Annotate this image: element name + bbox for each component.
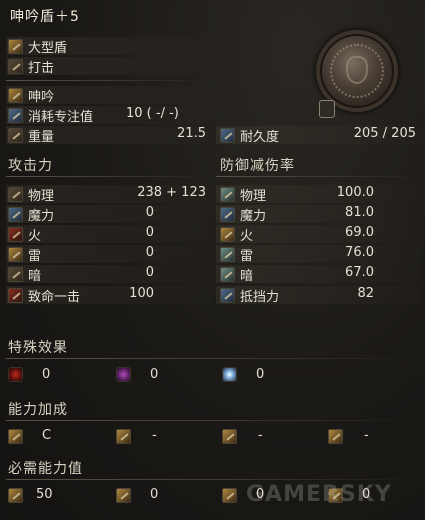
defense-header: 防御减伤率 <box>220 158 295 174</box>
defense-value: 100.0 <box>336 185 374 200</box>
critical-icon <box>8 288 23 303</box>
defense-label: 暗 <box>240 269 254 284</box>
bleed-value: 0 <box>42 367 51 382</box>
skill-icon <box>8 88 23 103</box>
magic-attack-icon <box>8 207 23 222</box>
defense-label: 抵挡力 <box>240 290 280 305</box>
weapon-skill: 呻吟 <box>28 90 55 105</box>
attack-label: 暗 <box>28 269 42 284</box>
fp-cost-label: 消耗专注值 <box>28 110 94 125</box>
attack-label: 雷 <box>28 249 42 264</box>
stability-icon <box>220 288 235 303</box>
attack-label: 魔力 <box>28 209 55 224</box>
weight-icon <box>8 128 23 143</box>
fire-defense-icon <box>220 227 235 242</box>
intelligence-req-icon <box>222 488 237 503</box>
defense-label: 火 <box>240 229 254 244</box>
dark-defense-icon <box>220 267 235 282</box>
requirements-header: 必需能力值 <box>8 461 83 477</box>
item-title: 呻吟盾＋5 <box>10 9 80 25</box>
divider <box>6 479 421 480</box>
weight-label: 重量 <box>28 130 55 145</box>
attack-label: 致命一击 <box>28 290 81 305</box>
item-detail-panel: 呻吟盾＋5 大型盾 打击 呻吟 消耗专注值 10 ( -/ -) 重量 21.5… <box>0 0 425 520</box>
poison-icon <box>116 367 131 382</box>
defense-value: 67.0 <box>345 265 374 280</box>
durability-label: 耐久度 <box>240 130 280 145</box>
frost-value: 0 <box>256 367 265 382</box>
attack-value: 0 <box>145 205 154 220</box>
attack-value: 0 <box>145 265 154 280</box>
strength-icon <box>8 429 23 444</box>
dexterity-icon <box>116 429 131 444</box>
poison-value: 0 <box>150 367 159 382</box>
watermark-text: GAMERSKY <box>246 482 392 507</box>
defense-label: 雷 <box>240 249 254 264</box>
faith-icon <box>328 429 343 444</box>
physical-defense-icon <box>220 187 235 202</box>
fp-cost-value: 10 ( -/ -) <box>126 106 179 121</box>
dexterity-scaling: - <box>152 428 157 443</box>
magic-defense-icon <box>220 207 235 222</box>
defense-label: 物理 <box>240 189 267 204</box>
defense-value: 69.0 <box>345 225 374 240</box>
divider <box>6 358 421 359</box>
divider <box>6 80 211 81</box>
weight-value: 21.5 <box>177 126 206 141</box>
dexterity-req-icon <box>116 488 131 503</box>
faith-scaling: - <box>364 428 369 443</box>
divider <box>6 420 421 421</box>
defense-value: 76.0 <box>345 245 374 260</box>
attack-value: 238 + 123 <box>137 185 206 200</box>
intelligence-scaling: - <box>258 428 263 443</box>
strength-req-icon <box>8 488 23 503</box>
scaling-header: 能力加成 <box>8 402 68 418</box>
intelligence-icon <box>222 429 237 444</box>
weapon-type: 大型盾 <box>28 41 68 56</box>
defense-label: 魔力 <box>240 209 267 224</box>
strength-scaling: C <box>42 428 52 443</box>
divider <box>216 176 421 177</box>
attack-label: 火 <box>28 229 42 244</box>
infusion-badge-icon <box>319 100 335 118</box>
dark-attack-icon <box>8 267 23 282</box>
fp-icon <box>8 108 23 123</box>
strike-icon <box>8 59 23 74</box>
attack-value: 100 <box>129 286 154 301</box>
special-effects-header: 特殊效果 <box>8 340 68 356</box>
attack-type: 打击 <box>28 61 55 76</box>
fire-attack-icon <box>8 227 23 242</box>
strength-requirement: 50 <box>36 487 53 502</box>
defense-value: 82 <box>357 286 374 301</box>
dexterity-requirement: 0 <box>150 487 159 502</box>
physical-attack-icon <box>8 187 23 202</box>
frost-icon <box>222 367 237 382</box>
bleed-icon <box>8 367 23 382</box>
shield-type-icon <box>8 39 23 54</box>
attack-label: 物理 <box>28 189 55 204</box>
lightning-defense-icon <box>220 247 235 262</box>
divider <box>6 176 211 177</box>
durability-value: 205 / 205 <box>353 126 416 141</box>
defense-value: 81.0 <box>345 205 374 220</box>
attack-value: 0 <box>145 245 154 260</box>
lightning-attack-icon <box>8 247 23 262</box>
durability-icon <box>220 128 235 143</box>
attack-header: 攻击力 <box>8 158 53 174</box>
attack-value: 0 <box>145 225 154 240</box>
